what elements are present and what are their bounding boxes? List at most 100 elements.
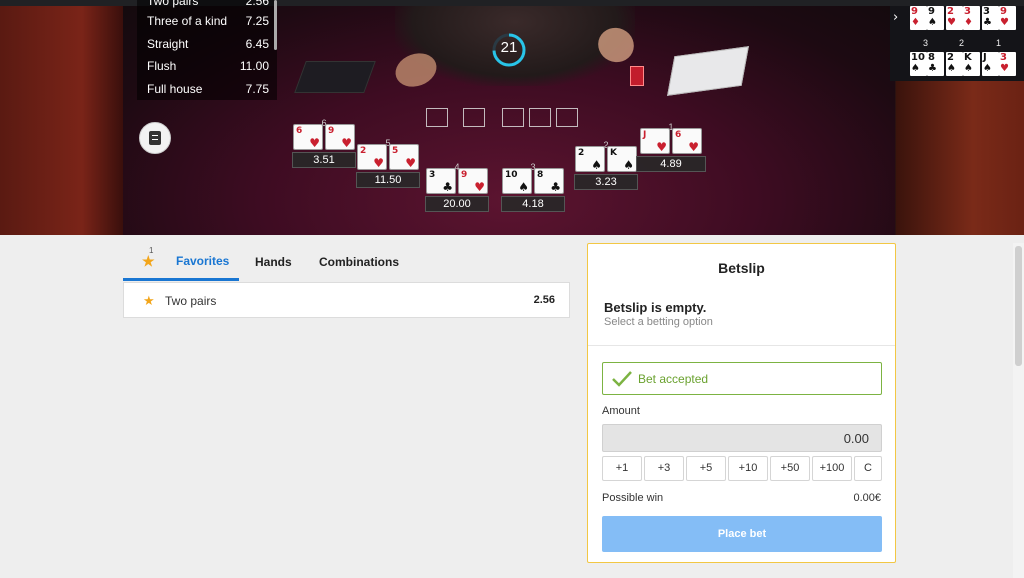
market-label: Two pairs <box>165 294 217 308</box>
card-rank: K <box>610 148 617 158</box>
card-suit: ♥ <box>656 140 667 154</box>
card-suit: ♣ <box>928 63 937 74</box>
betslip-panel: Betslip Betslip is empty. Select a betti… <box>587 243 896 563</box>
cut-card <box>630 66 644 86</box>
card-rank: 2 <box>578 148 585 158</box>
playing-card: 2 ♥ <box>357 144 387 170</box>
bet-accepted-notice: Bet accepted <box>602 362 882 395</box>
clear-button[interactable]: C <box>854 456 882 481</box>
favorites-count: 1 <box>149 246 154 255</box>
card-suit: ♠ <box>947 63 956 74</box>
card-suit: ♦ <box>964 17 973 28</box>
card-suit: ♦ <box>911 17 920 28</box>
card-rank: 8 <box>928 52 935 63</box>
chip-plus-100-button[interactable]: +100 <box>812 456 852 481</box>
player-hand-5[interactable]: 5 2 ♥ 5 ♥ 11.50 <box>356 138 420 188</box>
payout-row[interactable]: Flush 11.00 <box>147 59 269 73</box>
playing-card: 6 ♥ <box>672 128 702 154</box>
hand-odds[interactable]: 11.50 <box>356 172 420 188</box>
payout-odds: 6.45 <box>245 37 269 51</box>
history-card: J ♠ <box>982 52 999 76</box>
player-hand-2[interactable]: 2 2 ♠ K ♠ 3.23 <box>574 140 638 190</box>
notes-button[interactable] <box>139 122 171 154</box>
card-rank: 2 <box>947 6 954 17</box>
card-suit: ♥ <box>688 140 699 154</box>
list-item[interactable]: ★ Two pairs 2.56 <box>124 283 569 317</box>
payout-label: Three of a kind <box>147 14 228 28</box>
payout-row[interactable]: Two pairs 2.56 <box>147 0 269 8</box>
playing-card: 5 ♥ <box>389 144 419 170</box>
player-hand-1[interactable]: 1 J ♥ 6 ♥ 4.89 <box>636 122 706 172</box>
hand-odds[interactable]: 20.00 <box>425 196 489 212</box>
betslip-title: Betslip <box>718 260 765 276</box>
stake-chips: +1 +3 +5 +10 +50 +100 C <box>602 456 882 481</box>
card-rank: 3 <box>964 6 971 17</box>
history-card: 3 ♦ <box>963 6 980 30</box>
tab-combinations[interactable]: Combinations <box>319 243 399 281</box>
card-suit: ♠ <box>518 180 529 194</box>
player-hand-4[interactable]: 4 3 ♣ 9 ♥ 20.00 <box>425 162 489 212</box>
card-rank: 9 <box>1000 6 1007 17</box>
card-suit: ♥ <box>1000 17 1009 28</box>
card-rank: 3 <box>983 6 990 17</box>
playing-card: 9 ♥ <box>458 168 488 194</box>
chevron-right-icon[interactable]: › <box>893 10 898 25</box>
card-rank: 8 <box>537 170 544 180</box>
card-rank: 3 <box>429 170 436 180</box>
hand-odds[interactable]: 4.89 <box>636 156 706 172</box>
tab-favorites[interactable]: ★ 1 Favorites <box>123 243 239 281</box>
history-hand-number: 2 <box>959 38 965 48</box>
history-card: 9 ♥ <box>999 6 1016 30</box>
payout-scrollbar[interactable] <box>274 0 277 50</box>
history-card: 2 ♥ <box>946 6 963 30</box>
card-rank: 9 <box>911 6 918 17</box>
favorites-list: ★ Two pairs 2.56 <box>123 282 570 318</box>
payout-row[interactable]: Three of a kind 7.25 <box>147 14 269 28</box>
card-suit: ♠ <box>911 63 920 74</box>
checkmark-icon <box>612 371 632 387</box>
card-rank: 3 <box>1000 52 1007 63</box>
playing-card: 9 ♥ <box>325 124 355 150</box>
amount-input[interactable]: 0.00 <box>602 424 882 452</box>
possible-win-label: Possible win <box>602 492 664 504</box>
betslip-empty-title: Betslip is empty. <box>604 300 707 315</box>
payout-odds: 7.75 <box>245 82 269 96</box>
card-rank: 2 <box>360 146 367 156</box>
card-suit: ♥ <box>341 136 352 150</box>
history-card: 10 ♠ <box>910 52 927 76</box>
hand-odds[interactable]: 3.23 <box>574 174 638 190</box>
player-hand-6[interactable]: 6 6 ♥ 9 ♥ 3.51 <box>292 118 356 168</box>
chip-plus-3-button[interactable]: +3 <box>644 456 684 481</box>
chip-plus-50-button[interactable]: +50 <box>770 456 810 481</box>
market-odds[interactable]: 2.56 <box>534 294 555 306</box>
payout-row[interactable]: Straight 6.45 <box>147 37 269 51</box>
page-scrollbar-thumb[interactable] <box>1015 246 1022 366</box>
history-hand-number: 3 <box>923 38 929 48</box>
bet-accepted-text: Bet accepted <box>638 372 709 386</box>
history-card: 3 ♣ <box>982 6 999 30</box>
card-rank: 2 <box>947 52 954 63</box>
star-icon[interactable]: ★ <box>143 293 155 309</box>
tab-hands[interactable]: Hands <box>255 243 292 281</box>
hand-odds[interactable]: 3.51 <box>292 152 356 168</box>
history-card: 9 ♠ <box>927 6 944 30</box>
card-rank: J <box>643 130 647 140</box>
chip-plus-1-button[interactable]: +1 <box>602 456 642 481</box>
place-bet-button[interactable]: Place bet <box>602 516 882 552</box>
card-rank: 10 <box>911 52 925 63</box>
payout-label: Full house <box>147 82 203 96</box>
payout-table: Two pairs 2.56 Three of a kind 7.25 Stra… <box>137 0 277 100</box>
chip-plus-10-button[interactable]: +10 <box>728 456 768 481</box>
card-rank: K <box>964 52 972 63</box>
card-suit: ♠ <box>983 63 992 74</box>
payout-row[interactable]: Full house 7.75 <box>147 82 269 96</box>
player-hand-3[interactable]: 3 10 ♠ 8 ♣ 4.18 <box>501 162 565 212</box>
chip-plus-5-button[interactable]: +5 <box>686 456 726 481</box>
card-suit: ♥ <box>1000 63 1009 74</box>
tab-label: Favorites <box>176 254 230 268</box>
payout-odds: 7.25 <box>245 14 269 28</box>
board-slot <box>502 108 524 127</box>
hand-odds[interactable]: 4.18 <box>501 196 565 212</box>
card-rank: 6 <box>296 126 303 136</box>
card-rank: 9 <box>461 170 468 180</box>
